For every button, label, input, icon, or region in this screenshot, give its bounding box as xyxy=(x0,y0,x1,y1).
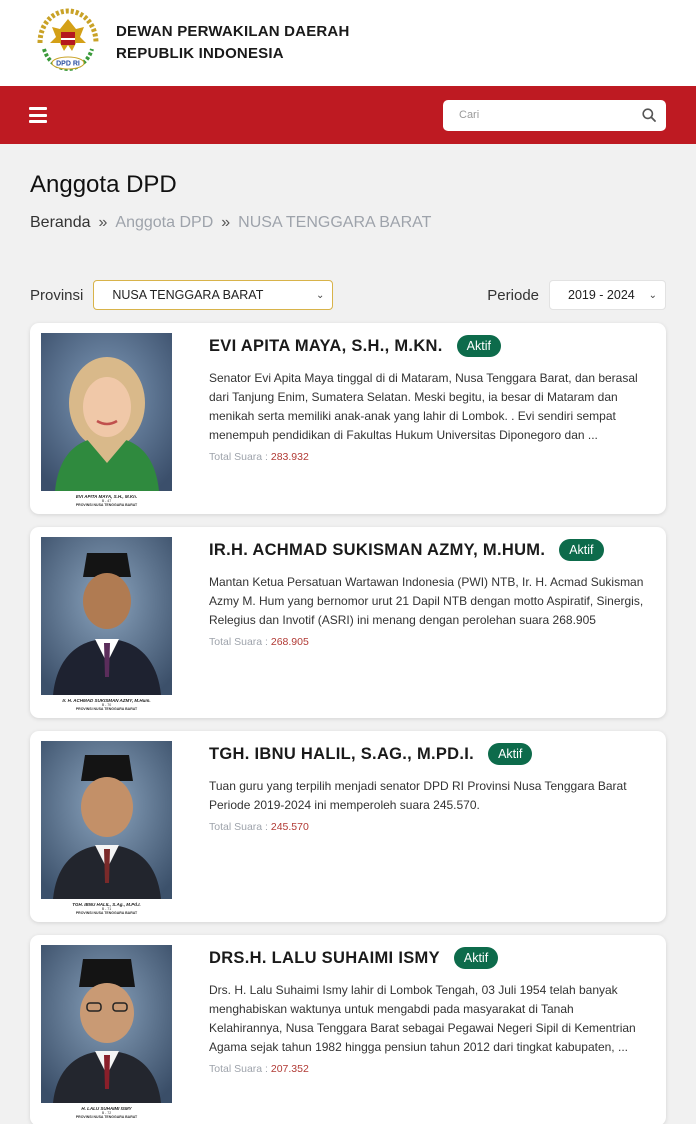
status-badge: Aktif xyxy=(456,335,501,357)
site-title[interactable]: DEWAN PERWAKILAN DAERAH REPUBLIK INDONES… xyxy=(116,21,350,65)
period-label: Periode xyxy=(487,286,539,304)
votes-label: Total Suara : xyxy=(209,451,268,463)
breadcrumb-anggota[interactable]: Anggota DPD xyxy=(115,214,213,232)
photo-caption-province: PROVINSI NUSA TENGGARA BARAT xyxy=(75,707,138,711)
photo-caption-province: PROVINSI NUSA TENGGARA BARAT xyxy=(75,1115,138,1119)
member-photo[interactable]: H. LALU SUHAIMI ISMY B - 72 PROVINSI NUS… xyxy=(41,945,172,1123)
site-header: DPD RI DEWAN PERWAKILAN DAERAH REPUBLIK … xyxy=(0,0,696,86)
member-description: Tuan guru yang terpilih menjadi senator … xyxy=(209,779,627,812)
member-description: Mantan Ketua Persatuan Wartawan Indonesi… xyxy=(209,575,644,627)
province-select-value: NUSA TENGGARA BARAT xyxy=(112,288,264,302)
member-card[interactable]: TGH. IBNU HALIL, S.Ag., M.Pd.I. B - 71 P… xyxy=(30,731,666,922)
votes-label: Total Suara : xyxy=(209,1063,268,1075)
votes-value: 283.932 xyxy=(270,451,309,463)
member-photo[interactable]: Ir. H. ACHMAD SUKISMAN AZMY, M.Hum. B - … xyxy=(41,537,172,715)
member-card[interactable]: EVI APITA MAYA, S.H., M.Kn. B - 47 PROVI… xyxy=(30,323,666,514)
page-title: Anggota DPD xyxy=(30,171,177,198)
filters: Provinsi NUSA TENGGARA BARAT ⌄ Periode 2… xyxy=(30,280,666,310)
logo-text: DPD RI xyxy=(56,61,80,68)
period-filter: Periode 2019 - 2024 ⌄ xyxy=(487,280,666,310)
photo-caption-province: PROVINSI NUSA TENGGARA BARAT xyxy=(75,911,138,915)
votes-value: 207.352 xyxy=(270,1063,309,1075)
member-photo[interactable]: TGH. IBNU HALIL, S.Ag., M.Pd.I. B - 71 P… xyxy=(41,741,172,919)
site-title-line1: DEWAN PERWAKILAN DAERAH xyxy=(116,23,350,40)
main-content: Anggota DPD Beranda » Anggota DPD » NUSA… xyxy=(0,171,696,1124)
chevron-down-icon: ⌄ xyxy=(315,289,325,301)
member-info: TGH. IBNU HALIL, S.AG., M.PD.I. Aktif Tu… xyxy=(209,741,656,922)
period-select-value: 2019 - 2024 xyxy=(568,288,635,302)
breadcrumb-separator: » xyxy=(221,214,231,231)
member-info: EVI APITA MAYA, S.H., M.KN. Aktif Senato… xyxy=(209,333,656,514)
breadcrumb-current: NUSA TENGGARA BARAT xyxy=(238,214,432,231)
chevron-down-icon: ⌄ xyxy=(648,289,657,301)
breadcrumb-separator: » xyxy=(98,214,108,231)
member-card[interactable]: H. LALU SUHAIMI ISMY B - 72 PROVINSI NUS… xyxy=(30,935,666,1124)
member-name[interactable]: IR.H. ACHMAD SUKISMAN AZMY, M.HUM. xyxy=(209,541,545,560)
member-name[interactable]: EVI APITA MAYA, S.H., M.KN. xyxy=(209,337,443,356)
votes-label: Total Suara : xyxy=(209,636,268,648)
member-description: Drs. H. Lalu Suhaimi Ismy lahir di Lombo… xyxy=(209,983,636,1054)
breadcrumb-home[interactable]: Beranda xyxy=(30,214,91,232)
member-votes: Total Suara : 245.570 xyxy=(209,821,656,833)
member-list: EVI APITA MAYA, S.H., M.Kn. B - 47 PROVI… xyxy=(30,323,666,1124)
status-badge: Aktif xyxy=(453,947,499,969)
votes-value: 268.905 xyxy=(270,636,309,648)
hamburger-icon[interactable] xyxy=(29,107,47,123)
member-info: IR.H. ACHMAD SUKISMAN AZMY, M.HUM. Aktif… xyxy=(209,537,656,718)
member-description: Senator Evi Apita Maya tinggal di di Mat… xyxy=(209,371,638,442)
member-votes: Total Suara : 283.932 xyxy=(209,451,656,463)
member-name[interactable]: DRS.H. LALU SUHAIMI ISMY xyxy=(209,949,440,968)
breadcrumb: Beranda » Anggota DPD » NUSA TENGGARA BA… xyxy=(30,214,666,232)
province-label: Provinsi xyxy=(30,286,84,304)
search-icon[interactable] xyxy=(642,108,656,122)
status-badge: Aktif xyxy=(559,539,604,561)
member-votes: Total Suara : 207.352 xyxy=(209,1063,656,1075)
member-card[interactable]: Ir. H. ACHMAD SUKISMAN AZMY, M.Hum. B - … xyxy=(30,527,666,718)
votes-label: Total Suara : xyxy=(209,821,268,833)
member-votes: Total Suara : 268.905 xyxy=(209,636,656,648)
member-photo[interactable]: EVI APITA MAYA, S.H., M.Kn. B - 47 PROVI… xyxy=(41,333,172,511)
search-box xyxy=(443,99,666,131)
site-title-line2: REPUBLIK INDONESIA xyxy=(116,45,284,62)
period-select[interactable]: 2019 - 2024 ⌄ xyxy=(549,280,666,310)
navbar xyxy=(0,86,696,144)
member-name[interactable]: TGH. IBNU HALIL, S.AG., M.PD.I. xyxy=(209,745,474,764)
search-input[interactable] xyxy=(459,109,642,121)
votes-value: 245.570 xyxy=(270,821,309,833)
status-badge: Aktif xyxy=(488,743,533,765)
dpd-logo[interactable]: DPD RI xyxy=(30,5,106,81)
province-filter: Provinsi NUSA TENGGARA BARAT ⌄ xyxy=(30,280,334,310)
photo-caption-province: PROVINSI NUSA TENGGARA BARAT xyxy=(75,503,138,507)
province-select[interactable]: NUSA TENGGARA BARAT ⌄ xyxy=(93,280,334,310)
member-info: DRS.H. LALU SUHAIMI ISMY Aktif Drs. H. L… xyxy=(209,945,656,1124)
